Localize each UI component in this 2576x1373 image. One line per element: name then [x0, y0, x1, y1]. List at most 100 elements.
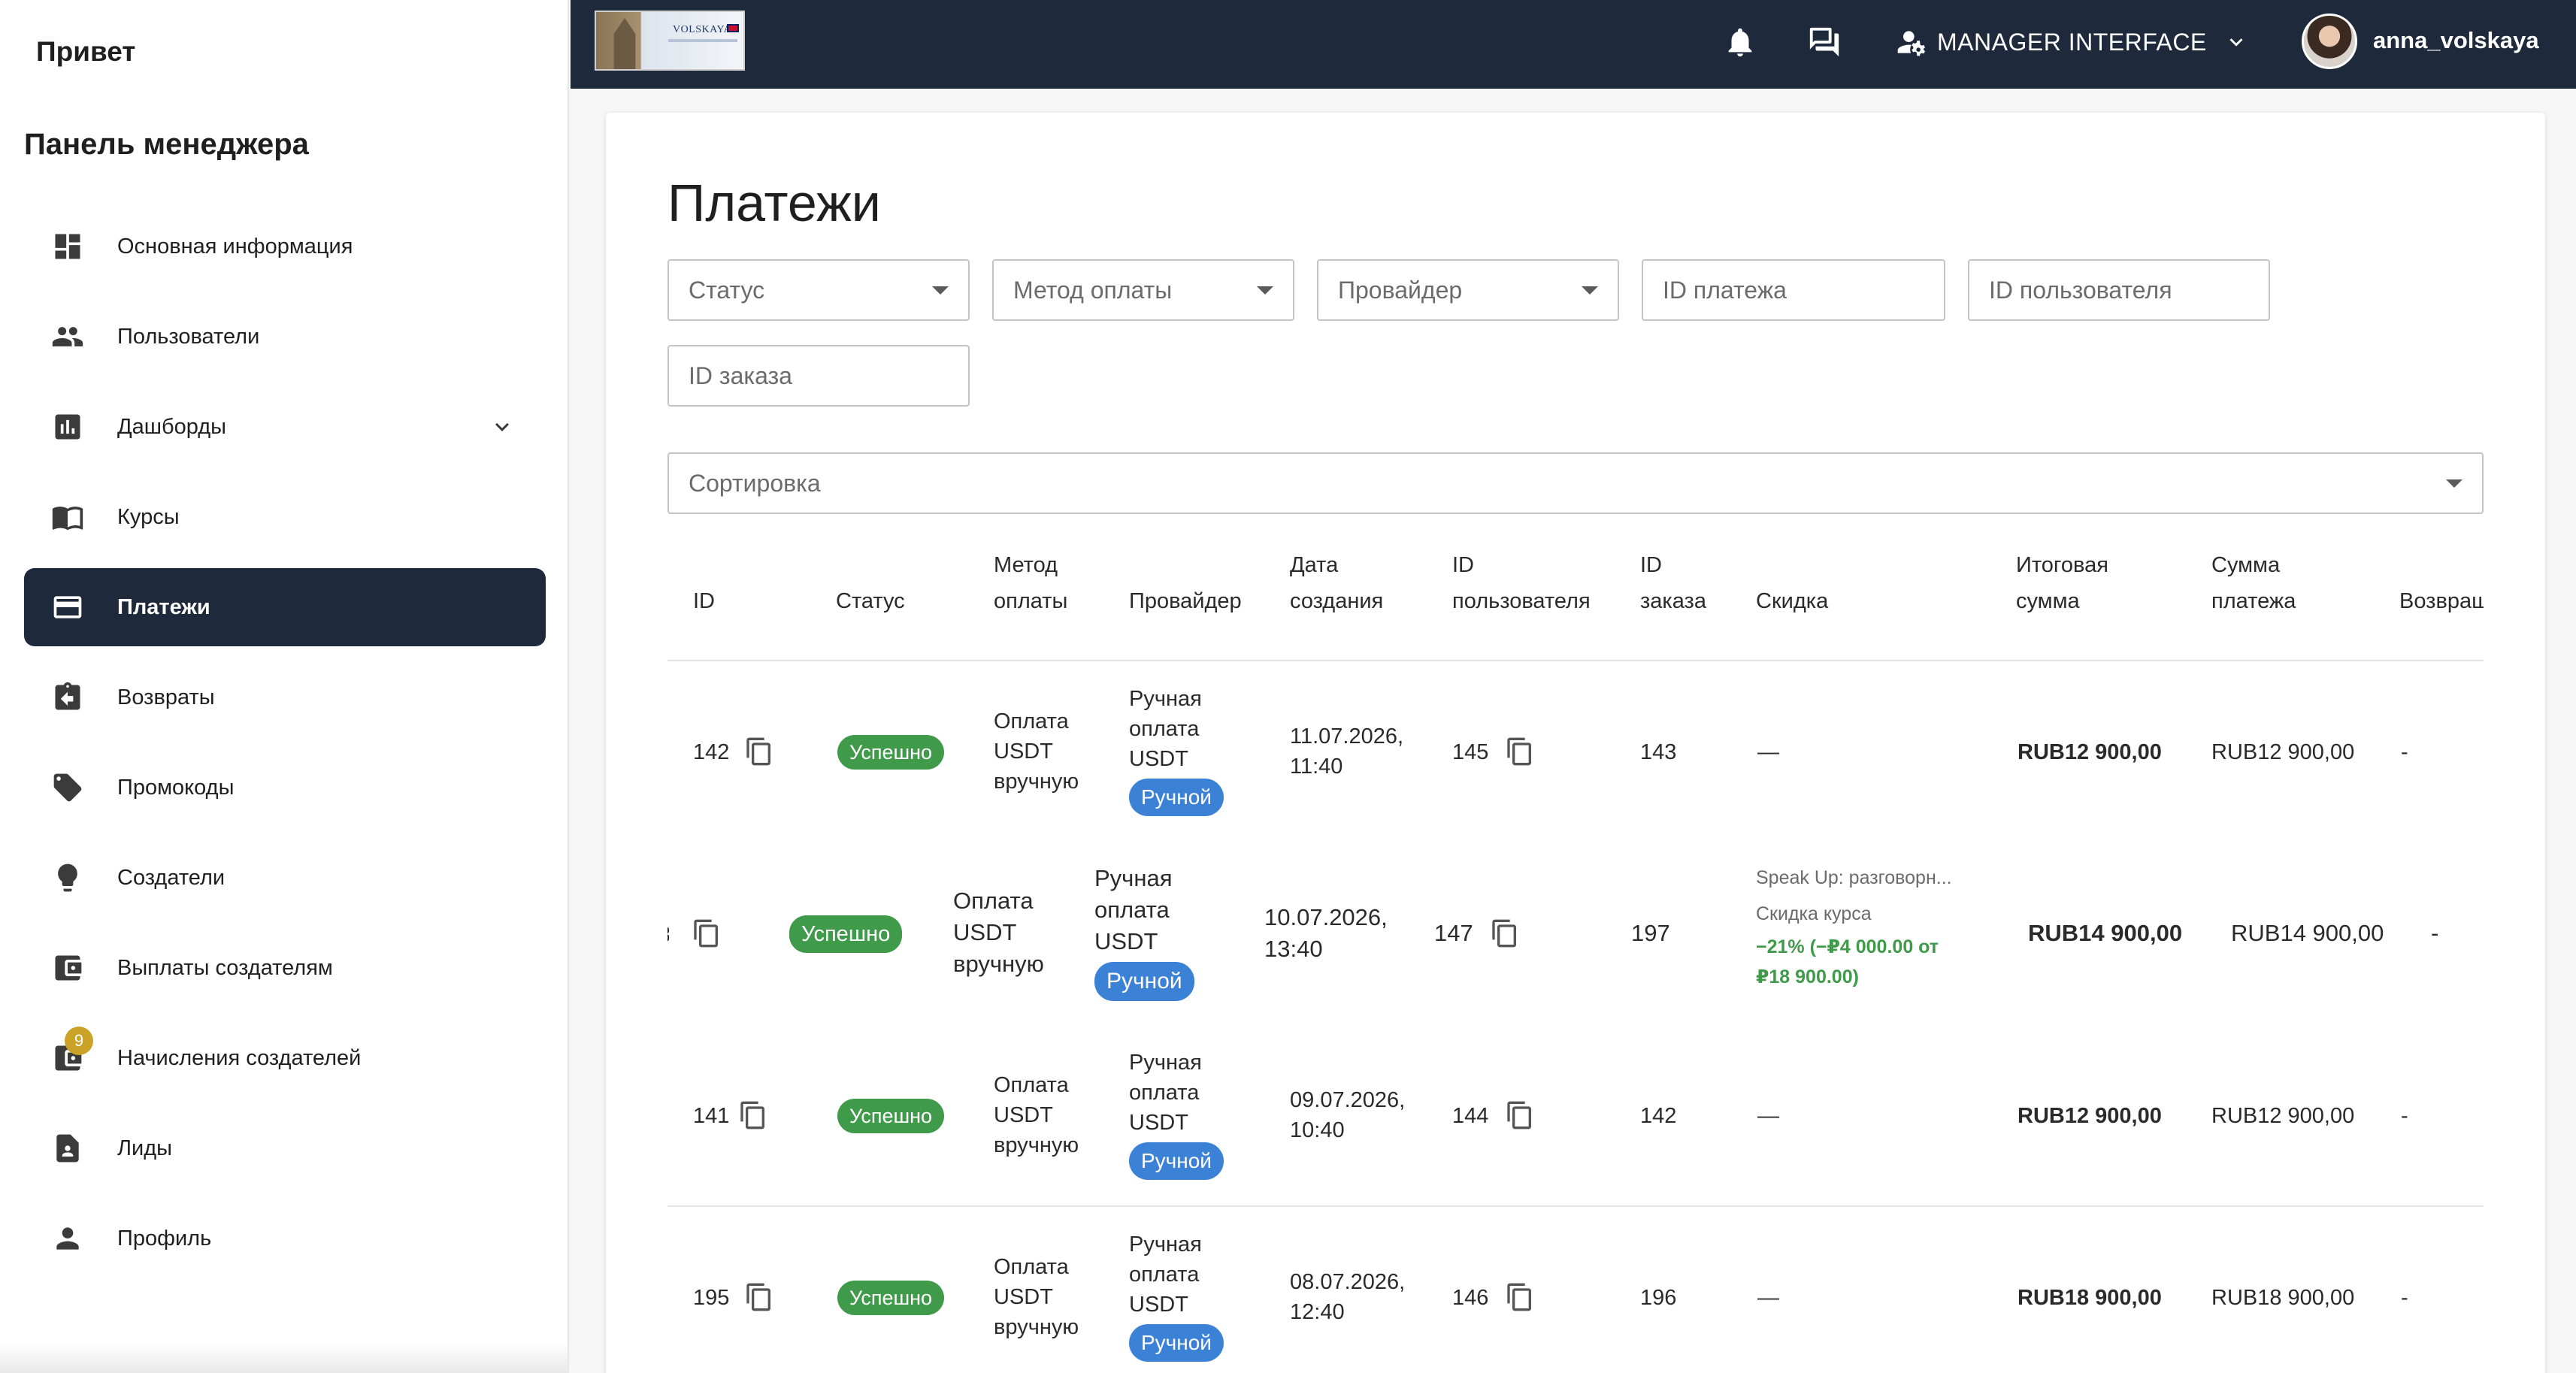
- col-date[interactable]: Дата создания: [1290, 547, 1383, 619]
- discount: —: [1757, 740, 1779, 764]
- copy-icon[interactable]: [744, 1282, 774, 1312]
- col-refund[interactable]: Возвращ: [2399, 583, 2484, 619]
- sidebar-item-dashboards[interactable]: Дашборды: [24, 388, 546, 466]
- sidebar-item-main-info[interactable]: Основная информация: [24, 207, 546, 286]
- dashboard-icon: [50, 228, 86, 265]
- user-id: 144: [1452, 1104, 1489, 1128]
- col-order-line-1: ID: [1640, 553, 1662, 577]
- total-amount: RUB12 900,00: [2018, 1104, 2162, 1128]
- greeting: Привет: [36, 36, 136, 67]
- sort-select[interactable]: Сортировка: [667, 452, 2484, 514]
- col-amount[interactable]: Сумма платежа: [2211, 547, 2296, 619]
- payment-id: 142: [693, 740, 730, 764]
- sidebar-item-label: Начисления создателей: [117, 1045, 362, 1070]
- avatar[interactable]: [2302, 14, 2357, 69]
- table-row[interactable]: 142 Успешно Оплата USDT вручную Ручная опла…: [667, 661, 2484, 843]
- payment-method: Оплата USDT вручную: [994, 1255, 1079, 1339]
- order-id-input[interactable]: [689, 361, 968, 390]
- sidebar-item-payments[interactable]: Платежи: [24, 568, 546, 646]
- interface-switcher[interactable]: MANAGER INTERFACE: [1895, 20, 2249, 65]
- sidebar-item-label: Лиды: [117, 1136, 172, 1160]
- copy-icon[interactable]: [738, 1100, 768, 1130]
- col-provider[interactable]: Провайдер: [1129, 583, 1242, 619]
- interface-label: MANAGER INTERFACE: [1937, 28, 2207, 56]
- sidebar-item-promocodes[interactable]: Промокоды: [24, 748, 546, 827]
- sidebar-item-users[interactable]: Пользователи: [24, 298, 546, 376]
- status-badge: Успешно: [837, 735, 945, 770]
- payment-method-select[interactable]: Метод оплаты: [992, 259, 1294, 321]
- sidebar-item-creators[interactable]: Создатели: [24, 839, 546, 917]
- col-id[interactable]: ID: [693, 583, 715, 619]
- provider-select[interactable]: Провайдер: [1317, 259, 1619, 321]
- col-order-id[interactable]: ID заказа: [1640, 547, 1706, 619]
- payments-card: Платежи Статус Метод оплаты Провайдер Со…: [606, 113, 2545, 1373]
- sidebar-item-label: Платежи: [117, 594, 210, 619]
- wallet-icon: 9: [50, 1027, 93, 1076]
- sidebar: Привет Панель менеджера Основная информа…: [0, 0, 569, 1373]
- copy-icon[interactable]: [1505, 736, 1535, 767]
- created-date: 09.07.2026, 10:40: [1290, 1088, 1406, 1142]
- payment-amount: RUB12 900,00: [2211, 740, 2355, 764]
- logo-text: VOLSKAYA: [673, 24, 732, 35]
- total-amount: RUB14 900,00: [2028, 920, 2183, 946]
- payment-id-input[interactable]: [1663, 276, 1944, 304]
- payment-amount: RUB12 900,00: [2211, 1104, 2355, 1128]
- provider-chip: Ручной: [1129, 1142, 1224, 1180]
- refund-value: -: [2401, 1104, 2408, 1128]
- provider: Ручная оплата USDT Ручной: [1129, 1048, 1224, 1180]
- sidebar-item-label: Пользователи: [117, 324, 260, 349]
- wallet-icon: [50, 950, 86, 986]
- col-status[interactable]: Статус: [836, 583, 905, 619]
- payment-id-field[interactable]: [1642, 259, 1945, 321]
- provider-select-label: Провайдер: [1338, 276, 1463, 304]
- copy-icon[interactable]: [1505, 1100, 1535, 1130]
- bell-icon[interactable]: [1719, 21, 1761, 63]
- col-user-id[interactable]: ID пользователя: [1452, 547, 1591, 619]
- sidebar-item-label: Курсы: [117, 504, 180, 529]
- order-id-field[interactable]: [667, 345, 970, 407]
- refund-value: -: [2401, 740, 2408, 764]
- copy-icon[interactable]: [744, 736, 774, 767]
- brand-logo[interactable]: VOLSKAYA: [595, 11, 745, 71]
- payment-method-select-label: Метод оплаты: [1013, 276, 1173, 304]
- sidebar-item-creator-payouts[interactable]: Выплаты создателям: [24, 929, 546, 1007]
- col-method[interactable]: Метод оплаты: [994, 547, 1067, 619]
- provider: Ручная оплата USDT Ручной: [1129, 1229, 1224, 1362]
- table-row[interactable]: 195 Успешно Оплата USDT вручную Ручная опла…: [667, 1207, 2484, 1373]
- username[interactable]: anna_volskaya: [2373, 27, 2539, 54]
- manage-accounts-icon: [1897, 31, 1926, 56]
- sidebar-item-leads[interactable]: Лиды: [24, 1109, 546, 1187]
- created-date: 11.07.2026, 11:40: [1290, 724, 1404, 779]
- user-id: 145: [1452, 740, 1489, 764]
- payment-method: Оплата USDT вручную: [994, 1073, 1079, 1157]
- user-id-input[interactable]: [1989, 276, 2269, 304]
- logo-tagline: [668, 39, 737, 42]
- order-id: 196: [1640, 1286, 1677, 1310]
- sidebar-item-refunds[interactable]: Возвраты: [24, 658, 546, 736]
- order-id: 142: [1640, 1104, 1677, 1128]
- table-row[interactable]: 141 Успешно Оплата USDT вручную Ручная опла…: [667, 1025, 2484, 1207]
- chat-icon[interactable]: [1803, 21, 1845, 63]
- uk-flag-icon: [727, 24, 739, 32]
- discount-value-1: −21% (−₽4 000.00 от: [1756, 936, 1939, 957]
- total-amount: RUB18 900,00: [2018, 1286, 2162, 1310]
- payment-amount: RUB14 900,00: [2231, 920, 2384, 946]
- copy-icon[interactable]: [1490, 918, 1520, 948]
- table-header: ID Статус Метод оплаты Провайдер Дата со…: [667, 541, 2484, 661]
- sidebar-item-profile[interactable]: Профиль: [24, 1199, 546, 1278]
- table-row[interactable]: 3 Успешно ОплатаUSDTвручную Ручнаяоплата…: [667, 843, 2484, 1025]
- discount-course: Speak Up: разговорн...: [1756, 867, 1952, 888]
- user-id-field[interactable]: [1968, 259, 2270, 321]
- col-total[interactable]: Итоговая сумма: [2016, 547, 2108, 619]
- copy-icon[interactable]: [692, 918, 722, 948]
- copy-icon[interactable]: [1505, 1282, 1535, 1312]
- status-select[interactable]: Статус: [667, 259, 970, 321]
- sidebar-item-label: Промокоды: [117, 775, 235, 800]
- notification-badge: 9: [65, 1027, 93, 1055]
- refund-value: -: [2401, 1286, 2408, 1310]
- sidebar-item-creator-accruals[interactable]: 9 Начисления создателей: [24, 1019, 546, 1097]
- chevron-down-icon[interactable]: [489, 413, 516, 440]
- sidebar-item-courses[interactable]: Курсы: [24, 478, 546, 556]
- col-discount[interactable]: Скидка: [1756, 583, 1828, 619]
- sidebar-item-label: Возвраты: [117, 685, 215, 709]
